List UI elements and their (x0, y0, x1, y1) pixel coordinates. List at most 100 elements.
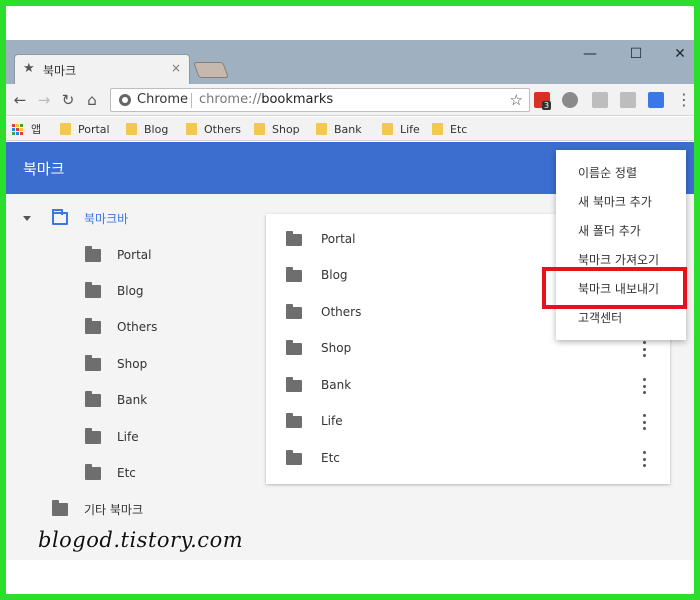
open-folder-icon (52, 208, 68, 225)
menu-item-sort-by-name[interactable]: 이름순 정렬 (556, 158, 686, 186)
divider (191, 93, 192, 108)
forward-button[interactable]: → (34, 90, 54, 110)
list-item-label: Portal (321, 232, 356, 246)
bookmark-label: Blog (144, 122, 169, 136)
bookmark-folder-blog[interactable]: Blog (126, 121, 168, 137)
extension-icon[interactable] (620, 92, 636, 108)
bookmark-folder-life[interactable]: Life (382, 121, 420, 137)
list-item-label: Blog (321, 268, 348, 282)
tree-item-label: Etc (117, 466, 136, 480)
tree-item-other-bookmarks[interactable]: 기타 북마크 (52, 499, 143, 519)
folder-icon (286, 340, 302, 355)
list-item-label: Bank (321, 378, 352, 392)
url-host: bookmarks (261, 92, 334, 107)
folder-icon (85, 463, 101, 480)
list-item-label: Life (321, 414, 343, 428)
tree-item-etc[interactable]: Etc (85, 463, 136, 483)
bookmark-label: Others (204, 122, 241, 136)
organize-menu: 이름순 정렬 새 북마크 추가 새 폴더 추가 북마크 가져오기 북마크 내보내… (556, 150, 686, 340)
url-text: chrome://bookmarks (199, 92, 333, 107)
bookmark-label: Etc (450, 122, 468, 136)
bookmark-folder-portal[interactable]: Portal (60, 121, 110, 137)
more-options-icon[interactable] (639, 412, 649, 432)
folder-icon (60, 123, 71, 135)
tree-item-others[interactable]: Others (85, 317, 157, 337)
apps-label: 앱 (31, 123, 42, 136)
export-highlight-box (542, 267, 687, 309)
folder-icon (186, 123, 197, 135)
list-item-label: Shop (321, 341, 352, 355)
list-item-label: Others (321, 305, 362, 319)
bookmark-folder-shop[interactable]: Shop (254, 121, 300, 137)
folder-icon (316, 123, 327, 135)
folder-icon (286, 231, 302, 246)
tree-item-portal[interactable]: Portal (85, 245, 151, 265)
folder-icon (432, 123, 443, 135)
folder-icon (85, 427, 101, 444)
folder-icon (85, 354, 101, 371)
apps-shortcut[interactable]: 앱 (12, 121, 41, 137)
folder-icon (286, 450, 302, 465)
tab-bookmarks[interactable]: ★ 북마크 × (14, 54, 190, 84)
expand-arrow-icon[interactable] (23, 216, 31, 221)
tree-item-life[interactable]: Life (85, 427, 139, 447)
minimize-button[interactable]: — (580, 44, 600, 64)
close-window-button[interactable]: ✕ (670, 44, 690, 64)
tree-item-shop[interactable]: Shop (85, 354, 147, 374)
checkmark-extension-icon[interactable] (648, 92, 664, 108)
folder-icon (286, 377, 302, 392)
folder-icon (286, 267, 302, 282)
bottom-margin (6, 560, 694, 594)
bookmark-label: Life (400, 122, 420, 136)
new-tab-button[interactable] (193, 62, 229, 78)
extension-badge: 3 (542, 101, 552, 110)
tree-item-label: Bank (117, 393, 148, 407)
folder-icon (85, 245, 101, 262)
folder-icon (254, 123, 265, 135)
bookmark-folder-others[interactable]: Others (186, 121, 241, 137)
folder-icon (126, 123, 137, 135)
tree-item-bookmarks-bar[interactable]: 북마크바 (52, 208, 128, 228)
star-icon: ★ (23, 61, 35, 76)
bookmark-folder-bank[interactable]: Bank (316, 121, 362, 137)
tree-item-bank[interactable]: Bank (85, 390, 147, 410)
list-item-label: Etc (321, 451, 340, 465)
watermark-text: blogod.tistory.com (38, 528, 244, 552)
more-options-icon[interactable] (639, 376, 649, 396)
tree-item-blog[interactable]: Blog (85, 281, 144, 301)
menu-item-add-bookmark[interactable]: 새 북마크 추가 (556, 187, 686, 215)
list-item-bank[interactable]: Bank (266, 368, 670, 404)
back-button[interactable]: ← (10, 90, 30, 110)
browser-toolbar: ← → ↻ ⌂ Chrome chrome://bookmarks ☆ 3 ⋮ (6, 84, 694, 116)
tree-item-label: 기타 북마크 (84, 502, 144, 517)
address-bar[interactable]: Chrome chrome://bookmarks ☆ (110, 88, 530, 112)
menu-item-add-folder[interactable]: 새 폴더 추가 (556, 216, 686, 244)
window-titlebar: ★ 북마크 × — ☐ ✕ (6, 40, 694, 84)
chrome-page-icon (119, 94, 131, 106)
apps-icon (12, 123, 23, 135)
tree-item-label: Blog (117, 284, 144, 298)
tab-close-button[interactable]: × (171, 61, 181, 75)
list-item-life[interactable]: Life (266, 404, 670, 440)
folder-icon (286, 413, 302, 428)
maximize-button[interactable]: ☐ (626, 44, 646, 64)
folder-icon (286, 304, 302, 319)
chrome-menu-icon[interactable]: ⋮ (674, 90, 694, 110)
bookmark-label: Portal (78, 122, 110, 136)
folder-icon (52, 499, 68, 516)
more-options-icon[interactable] (639, 339, 649, 359)
list-item-etc[interactable]: Etc (266, 441, 670, 477)
page-scheme-label: Chrome (137, 92, 188, 107)
bookmark-label: Bank (334, 122, 362, 136)
reload-button[interactable]: ↻ (58, 90, 78, 110)
home-button[interactable]: ⌂ (82, 90, 102, 110)
folder-icon (85, 281, 101, 298)
more-options-icon[interactable] (639, 449, 649, 469)
tree-item-label: Life (117, 430, 139, 444)
bookmark-star-icon[interactable]: ☆ (510, 91, 523, 109)
extension-icon[interactable] (592, 92, 608, 108)
extension-icon[interactable] (562, 92, 578, 108)
folder-icon (85, 390, 101, 407)
bookmark-folder-etc[interactable]: Etc (432, 121, 467, 137)
folder-icon (85, 317, 101, 334)
